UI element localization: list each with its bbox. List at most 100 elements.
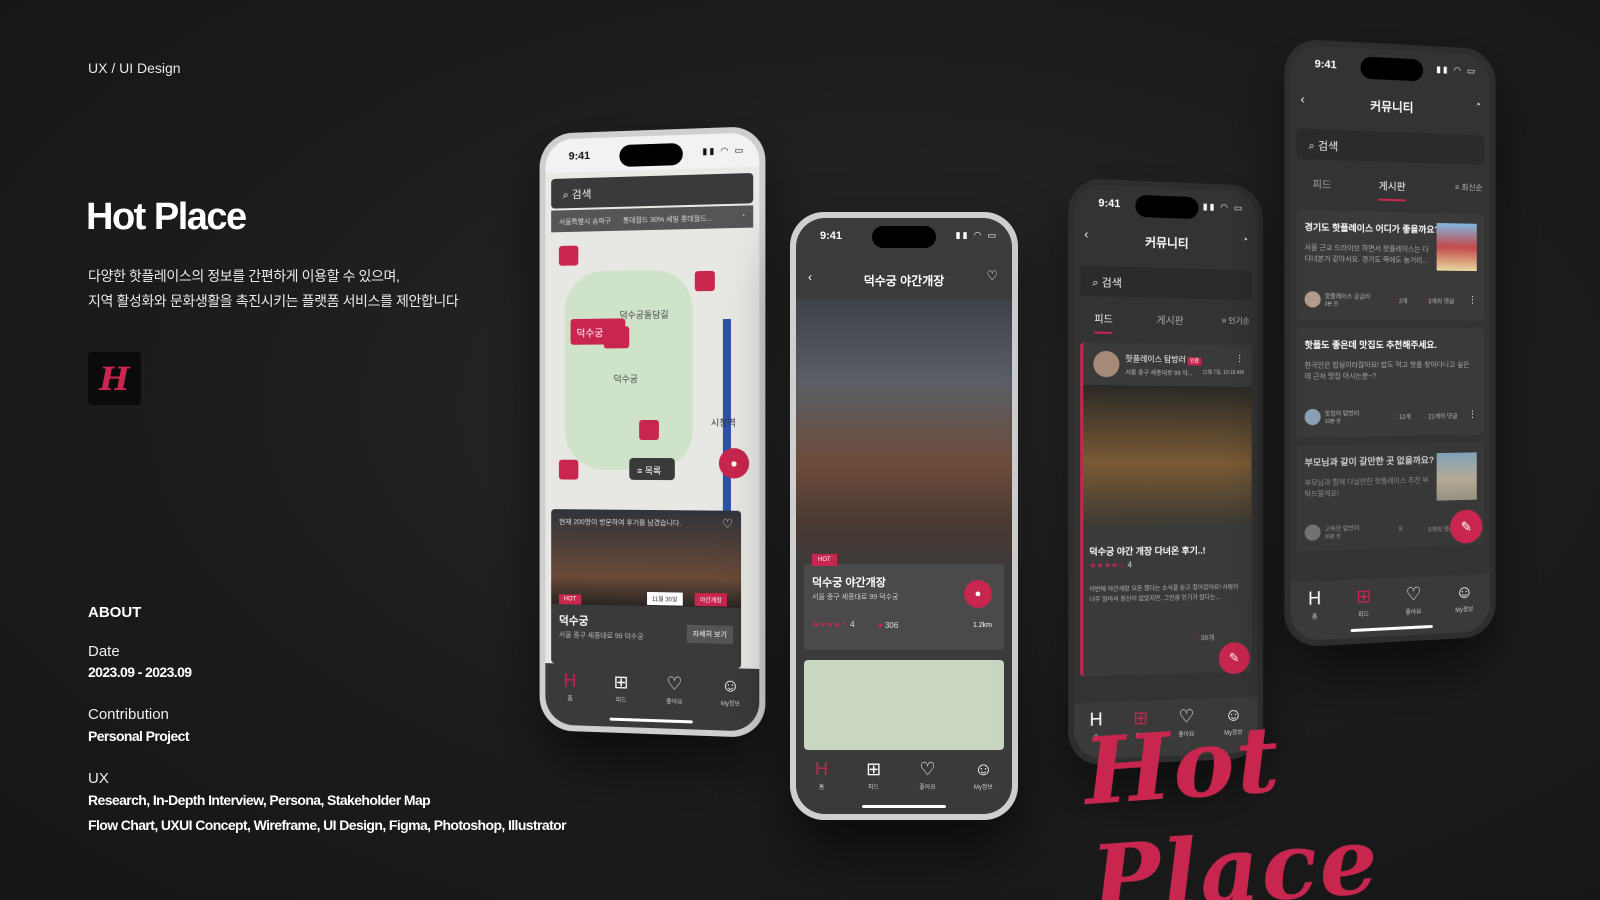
detail-header: 덕수궁 야간개장 <box>863 274 945 288</box>
rating-stars: ★★★★☆ 4 <box>812 620 855 629</box>
distance-label: 1.2km <box>972 622 992 629</box>
board-screen: 9:41 ▮▮ ◠ ▭ ‹ 커뮤니티 ◔ ⌕ 검색 피드 게시판 ≡ 최신순 경… <box>1290 44 1491 642</box>
place-card[interactable]: 현재 200명이 방문하여 후기를 남겼습니다. ♡ HOT 11월 30일 야… <box>551 509 742 669</box>
signal-icon: ▮▮ ◠ ▭ <box>955 230 998 240</box>
project-title: Hot Place <box>86 196 247 238</box>
heart-icon: ♡ <box>666 673 683 694</box>
post-title: 덕수궁 야간 개장 다녀온 후기..! <box>1089 545 1206 557</box>
likes-value: 306 <box>884 621 899 630</box>
feed-post[interactable]: 핫플레이스 탐방러 인증 서울 중구 세종대로 99 덕... 11월 7일, … <box>1080 342 1252 677</box>
board-post[interactable]: 경기도 핫플레이스 어디가 좋을까요? 서울 근교 드라이브 하면서 핫플레이스… <box>1296 209 1485 321</box>
heart-icon: ♡ <box>1392 299 1398 306</box>
map-label: 덕수궁돌담길 <box>619 309 669 321</box>
tab-my[interactable]: ☺ My정보 <box>974 760 993 814</box>
bell-icon[interactable]: ◔ <box>1475 100 1481 111</box>
person-icon: ☺ <box>1455 581 1474 603</box>
author-name: 맛집이 탐방러 <box>1324 411 1360 418</box>
status-bar: 9:41 ▮▮ ◠ ▭ <box>1290 45 1490 89</box>
tab-label: 피드 <box>868 785 880 791</box>
hotplace-marker-selected[interactable]: 덕수궁 <box>570 318 626 345</box>
tab-label: 홈 <box>1311 614 1318 621</box>
description-line: 지역 활성화와 문화생활을 촉진시키는 플랫폼 서비스를 제안합니다 <box>88 293 459 309</box>
likes-value: 12개 <box>1398 414 1411 421</box>
hotplace-marker[interactable] <box>558 459 579 480</box>
mini-map[interactable] <box>804 660 1004 750</box>
tab-feed[interactable]: 피드 <box>1094 310 1113 334</box>
status-bar: 9:41 ▮▮ ◠ ▭ <box>1074 184 1257 225</box>
tab-home[interactable]: H홈 <box>564 671 577 726</box>
tab-my[interactable]: ☺ My정보 <box>721 674 740 731</box>
likes-count: ♡ 12개 <box>1392 412 1411 421</box>
post-body: 한국인은 밥심이라잖아요! 밥도 먹고 핫플 찾아다니고 싶은데 근처 맛집 아… <box>1304 361 1470 381</box>
likes-value: 8 <box>1398 526 1403 533</box>
post-title: 경기도 핫플레이스 어디가 좋을까요? <box>1304 222 1440 235</box>
tab-board[interactable]: 게시판 <box>1157 312 1184 336</box>
hotplace-marker[interactable] <box>639 419 659 441</box>
heart-icon[interactable]: ♡ <box>722 517 733 531</box>
heart-icon: ♡ <box>1392 526 1398 533</box>
ux-line: Flow Chart, UXUI Concept, Wireframe, UI … <box>88 817 567 833</box>
author-name: 핫플레이스 궁금러 <box>1324 294 1371 301</box>
tab-my[interactable]: ☺ My정보 <box>1455 582 1473 632</box>
tab-home[interactable]: H홈 <box>1308 588 1321 640</box>
feed-screen: 9:41 ▮▮ ◠ ▭ ‹ 커뮤니티 ◔ ⌕ 검색 피드 게시판 ≡ 인기순 핫… <box>1074 184 1258 760</box>
tab-feed[interactable]: 피드 <box>1313 176 1331 200</box>
bell-icon[interactable]: ◔ <box>1242 235 1248 246</box>
segment-tabs: 피드 게시판 <box>1094 310 1184 336</box>
date-tag: 11월 30일 <box>647 591 683 606</box>
comment-value: 3개의 댓글 <box>1428 299 1455 306</box>
hotplace-marker[interactable] <box>694 270 715 292</box>
segment-tabs: 피드 게시판 <box>1313 176 1406 202</box>
location-text: 서울특별시 송파구 <box>558 218 612 227</box>
search-bar[interactable]: ⌕ 검색 <box>551 172 754 209</box>
board-post[interactable]: 핫플도 좋은데 맛집도 추천해주세요. 한국인은 밥심이라잖아요! 밥도 먹고 … <box>1296 327 1485 438</box>
phone-feed: 9:41 ▮▮ ◠ ▭ ‹ 커뮤니티 ◔ ⌕ 검색 피드 게시판 ≡ 인기순 핫… <box>1068 177 1264 767</box>
heart-icon: ♡ <box>919 759 936 779</box>
place-title: 덕수궁 야간개장 <box>812 577 886 589</box>
comment-count: ○ 21개의 댓글 <box>1423 411 1457 420</box>
home-indicator <box>862 805 946 808</box>
dynamic-island <box>872 226 936 248</box>
likes-count: ♥ 306 <box>878 621 898 630</box>
marker-label: 덕수궁 <box>576 328 604 340</box>
person-icon: ☺ <box>974 759 993 779</box>
dynamic-island <box>619 142 683 167</box>
search-bar[interactable]: ⌕ 검색 <box>1296 128 1485 165</box>
sort-dropdown[interactable]: ≡ 인기순 <box>1222 315 1250 327</box>
dynamic-island <box>1360 56 1424 82</box>
place-info-card: HOT 덕수궁 야간개장 서울 중구 세종대로 99 덕수궁 ★★★★☆ 4 ♥… <box>804 554 1004 650</box>
sort-dropdown[interactable]: ≡ 최신순 <box>1455 182 1483 194</box>
post-title: 부모님과 같이 갈만한 곳 없을까요? <box>1304 455 1435 468</box>
status-time: 9:41 <box>568 150 591 163</box>
search-icon: ⌕ <box>562 189 572 202</box>
plus-square-icon: ⊞ <box>613 671 629 693</box>
avatar <box>1304 524 1321 542</box>
tab-home[interactable]: H홈 <box>815 760 828 814</box>
hot-badge: HOT <box>812 554 837 566</box>
map-label: 시청역 <box>710 417 736 428</box>
map-park <box>564 269 693 471</box>
location-pin-button[interactable]: ● <box>718 448 750 479</box>
person-icon: ☺ <box>721 674 740 696</box>
list-button[interactable]: ≡ 목록 <box>629 457 675 481</box>
search-bar[interactable]: ⌕ 검색 <box>1080 265 1252 301</box>
rating-value: 4 <box>1127 560 1132 570</box>
plus-square-icon: ⊞ <box>866 759 882 779</box>
comment-icon: ○ <box>1423 414 1427 421</box>
comment-count: ○ 3개의 댓글 <box>1423 296 1454 305</box>
post-body: 부모님과 함께 다닐만한 핫플레이스 추천 부탁드릴게요! <box>1304 477 1429 499</box>
status-bar: 9:41 ▮▮ ◠ ▭ <box>545 132 760 174</box>
hot-badge: HOT <box>558 594 581 605</box>
description-line: 다양한 핫플레이스의 정보를 간편하게 이용할 수 있으며, <box>88 268 400 284</box>
more-icon[interactable]: ⋮ <box>1235 353 1244 364</box>
visit-notice: 현재 200명이 방문하여 후기를 남겼습니다. <box>558 519 682 528</box>
tab-board[interactable]: 게시판 <box>1378 177 1406 202</box>
detail-button[interactable]: 자세히 보기 <box>686 624 733 645</box>
more-icon[interactable]: ⋮ <box>1468 409 1477 420</box>
more-icon[interactable]: ⋮ <box>1468 295 1477 306</box>
hotplace-marker[interactable] <box>558 245 579 266</box>
tab-label: 좋아요 <box>919 785 936 791</box>
sort-label: 최신순 <box>1461 182 1483 193</box>
map-pin-button[interactable]: ● <box>964 580 992 608</box>
heart-icon[interactable]: ♡ <box>986 268 998 284</box>
